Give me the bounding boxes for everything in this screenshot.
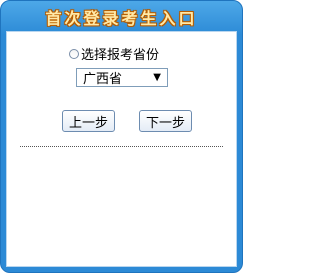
province-select[interactable]: 广西省 ▼	[76, 68, 168, 87]
province-selected-value: 广西省	[83, 72, 123, 87]
chevron-down-icon[interactable]: ▼	[153, 72, 161, 83]
next-step-button[interactable]: 下一步	[139, 110, 192, 132]
login-panel: 首次登录考生入口 选择报考省份 广西省 ▼ 上一步 下一步	[0, 0, 243, 273]
radio-button[interactable]	[69, 48, 79, 59]
province-radio-option[interactable]: 选择报考省份	[69, 44, 159, 63]
panel-content: 选择报考省份 广西省 ▼ 上一步 下一步	[6, 31, 237, 267]
panel-header: 首次登录考生入口	[1, 1, 242, 31]
dotted-divider	[20, 146, 223, 147]
prev-step-button[interactable]: 上一步	[62, 110, 115, 132]
radio-label: 选择报考省份	[81, 48, 160, 63]
panel-title: 首次登录考生入口	[45, 9, 198, 28]
